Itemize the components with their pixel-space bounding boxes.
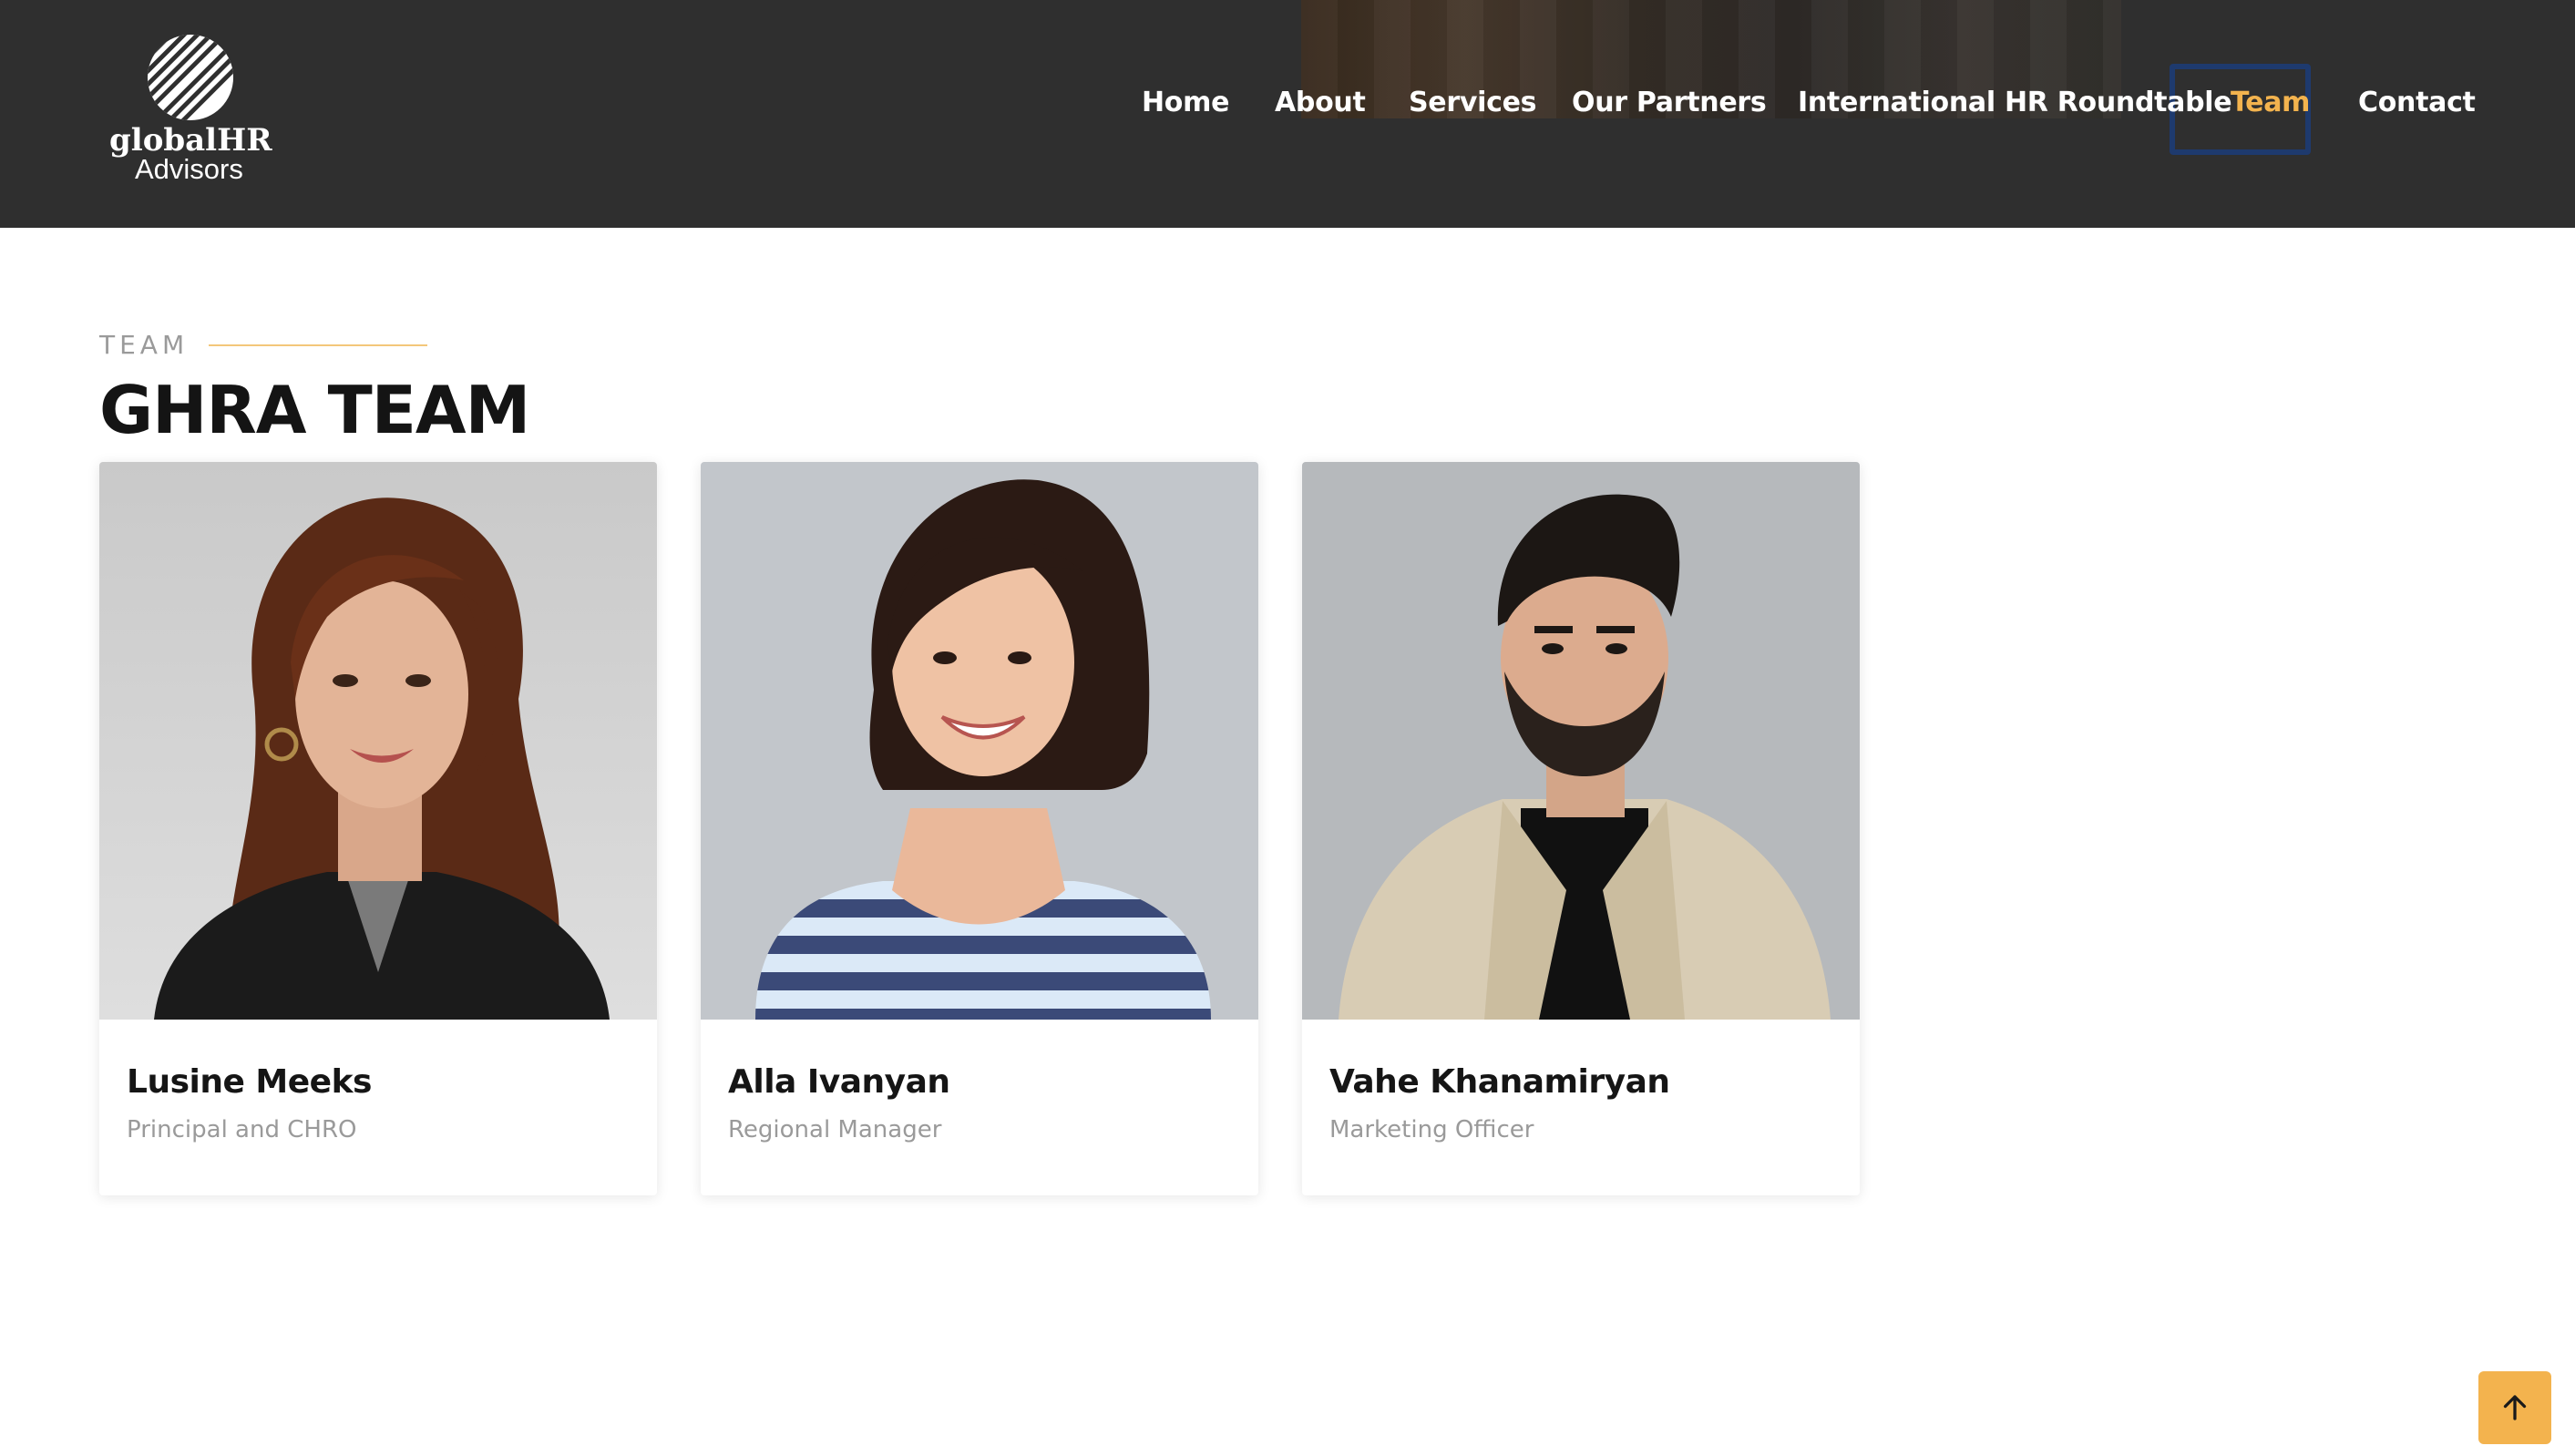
section-eyebrow: TEAM bbox=[99, 330, 428, 360]
section-title: GHRA TEAM bbox=[99, 372, 530, 448]
nav-contact[interactable]: Contact bbox=[2358, 87, 2476, 118]
nav-services[interactable]: Services bbox=[1409, 87, 1536, 118]
team-photo-lusine-meeks bbox=[99, 462, 657, 1020]
team-member-name: Vahe Khanamiryan bbox=[1329, 1063, 1670, 1101]
team-member-role: Principal and CHRO bbox=[127, 1116, 357, 1143]
eyebrow-label: TEAM bbox=[99, 330, 190, 360]
nav-team[interactable]: Team bbox=[2231, 87, 2310, 118]
arrow-up-icon bbox=[2503, 1395, 2527, 1420]
team-card[interactable]: Alla Ivanyan Regional Manager bbox=[701, 462, 1258, 1195]
scroll-to-top-button[interactable] bbox=[2478, 1371, 2551, 1444]
nav-our-partners[interactable]: Our Partners bbox=[1572, 87, 1767, 118]
nav-about[interactable]: About bbox=[1275, 87, 1366, 118]
team-photo-vahe-khanamiryan bbox=[1302, 462, 1860, 1020]
nav-home[interactable]: Home bbox=[1142, 87, 1229, 118]
team-card[interactable]: Lusine Meeks Principal and CHRO bbox=[99, 462, 657, 1195]
logo-text-advisors: Advisors bbox=[135, 153, 243, 185]
logo-globe-icon bbox=[147, 34, 234, 121]
team-card[interactable]: Vahe Khanamiryan Marketing Officer bbox=[1302, 462, 1860, 1195]
eyebrow-divider bbox=[209, 343, 428, 346]
team-member-name: Alla Ivanyan bbox=[728, 1063, 950, 1101]
team-member-role: Marketing Officer bbox=[1329, 1116, 1534, 1143]
team-photo-alla-ivanyan bbox=[701, 462, 1258, 1020]
site-logo[interactable]: globalHR Advisors bbox=[106, 33, 279, 188]
site-header: globalHR Advisors Home About Services Ou… bbox=[0, 0, 2575, 228]
nav-international-hr-roundtable[interactable]: International HR Roundtable bbox=[1798, 87, 2232, 118]
team-member-role: Regional Manager bbox=[728, 1116, 942, 1143]
team-member-name: Lusine Meeks bbox=[127, 1063, 372, 1101]
